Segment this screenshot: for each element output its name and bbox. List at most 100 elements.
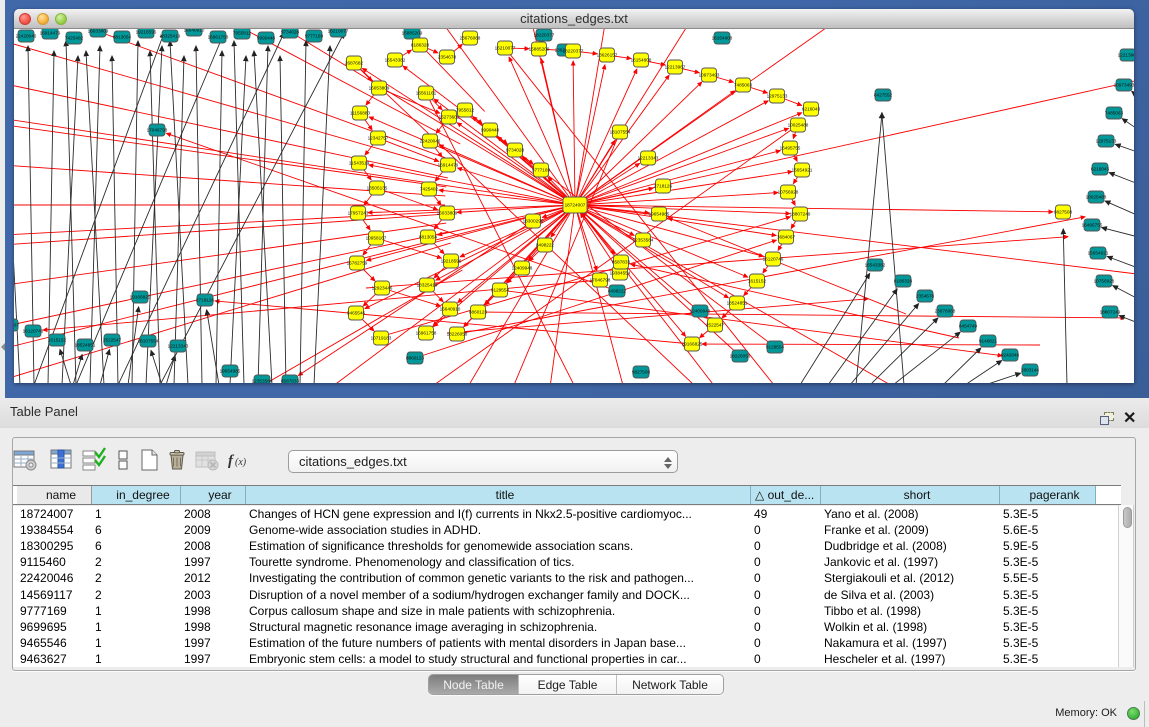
delete-column-icon[interactable] <box>164 447 190 473</box>
graph-node[interactable]: 10719183 <box>371 331 392 345</box>
graph-node[interactable]: 10025488 <box>788 118 809 132</box>
network-canvas[interactable]: 2242004616914479742540216033809881305419… <box>14 29 1134 383</box>
graph-node[interactable]: 16961758 <box>416 326 437 340</box>
graph-node[interactable]: 8813054 <box>419 230 438 244</box>
memory-ok-indicator-icon[interactable] <box>1127 707 1140 720</box>
tab-network-table[interactable]: Network Table <box>617 675 723 694</box>
table-row[interactable]: 977716911998Corpus callosum shape and si… <box>13 603 1121 619</box>
graph-node[interactable]: 15654921 <box>1088 247 1109 259</box>
graph-node[interactable]: 8186328 <box>411 38 430 52</box>
column-visibility-icon[interactable] <box>48 447 74 473</box>
graph-node[interactable]: 18325419 <box>160 30 181 42</box>
graph-node[interactable]: 8860123 <box>469 305 488 319</box>
graph-node[interactable]: 18524851 <box>727 296 748 310</box>
graph-node[interactable]: 2803144 <box>1021 364 1040 376</box>
graph-node[interactable]: 8498222 <box>608 285 627 297</box>
graph-node[interactable]: 16120746 <box>23 325 44 337</box>
graph-node[interactable]: 17957243 <box>348 206 369 220</box>
graph-node[interactable]: 16033809 <box>437 206 458 220</box>
graph-node[interactable]: 16154808 <box>631 53 652 67</box>
table-row[interactable]: 911546021997Tourette syndrome. Phenomeno… <box>13 554 1121 570</box>
graph-node[interactable]: 23676068 <box>935 305 956 317</box>
graph-node[interactable]: 17046798 <box>590 273 611 287</box>
graph-node[interactable]: 1615152 <box>748 274 767 288</box>
graph-node[interactable]: 8427552 <box>874 89 893 101</box>
collapsed-panel-strip[interactable] <box>0 0 5 398</box>
graph-node[interactable]: 9129554 <box>766 341 785 353</box>
graph-node[interactable]: 2522547 <box>103 334 122 346</box>
graph-node[interactable]: 9827508 <box>1054 205 1073 219</box>
graph-node[interactable]: 7485063 <box>1105 107 1124 119</box>
column-header-out_de[interactable]: △ out_de... <box>751 486 821 504</box>
table-scrollbar-thumb[interactable] <box>1123 507 1132 528</box>
column-header-title[interactable]: title <box>246 486 751 504</box>
graph-node[interactable]: 6216043 <box>1091 163 1110 175</box>
graph-node[interactable]: 11543519 <box>349 156 370 170</box>
graph-node[interactable]: 8813054 <box>113 31 132 43</box>
graph-node[interactable]: 15885209 <box>529 42 550 56</box>
graph-node[interactable]: 2687682 <box>345 56 364 70</box>
column-header-in_degree[interactable]: in_degree <box>92 486 181 504</box>
graph-node[interactable]: 16154808 <box>712 32 733 44</box>
graph-node[interactable]: 9777169 <box>305 30 324 42</box>
new-table-icon[interactable] <box>136 447 162 473</box>
float-panel-icon[interactable] <box>1100 412 1115 426</box>
graph-node[interactable]: 2718126 <box>196 294 215 306</box>
graph-node[interactable]: 9734028 <box>281 29 300 38</box>
graph-node[interactable]: 12213967 <box>1118 49 1134 61</box>
graph-node[interactable]: 10756928 <box>1094 275 1115 287</box>
graph-node[interactable]: 9465546 <box>347 306 366 320</box>
graph-node[interactable]: 2522547 <box>706 318 725 332</box>
graph-node[interactable]: 10973493 <box>699 68 720 82</box>
graph-node[interactable]: 16961758 <box>208 31 229 43</box>
graph-node[interactable]: 12213343 <box>168 340 189 352</box>
graph-node[interactable]: 18807249 <box>1100 306 1121 318</box>
graph-node[interactable]: 16782759 <box>347 256 368 270</box>
graph-node[interactable]: 7955812 <box>456 103 475 117</box>
graph-node[interactable]: 18300295 <box>523 214 544 228</box>
column-header-short[interactable]: short <box>821 486 1000 504</box>
graph-node[interactable]: 16053809 <box>369 81 390 95</box>
graph-node[interactable]: 12213343 <box>638 151 659 165</box>
table-row[interactable]: 1938455462009Genome-wide association stu… <box>13 522 1121 538</box>
graph-node[interactable]: 2354678 <box>438 50 457 64</box>
table-row[interactable]: 1456911722003Disruption of a novel membe… <box>13 587 1121 603</box>
graph-node[interactable]: 17046798 <box>147 124 168 136</box>
graph-node[interactable]: 3684067 <box>777 230 796 244</box>
graph-node[interactable]: 12975133 <box>767 89 788 103</box>
graph-node[interactable]: 18724007 <box>563 197 587 213</box>
graph-node[interactable]: 12409948 <box>690 305 711 317</box>
graph-node[interactable]: 16120746 <box>763 252 784 266</box>
graph-node[interactable]: 18524851 <box>75 339 96 351</box>
table-row[interactable]: 1830029562008Estimation of significance … <box>13 538 1121 554</box>
graph-node[interactable]: 13626157 <box>597 48 618 62</box>
close-panel-icon[interactable]: ✕ <box>1123 408 1136 428</box>
graph-node[interactable]: 13505135 <box>367 181 388 195</box>
graph-node[interactable]: 12923446 <box>372 281 393 295</box>
graph-node[interactable]: 3684067 <box>14 319 20 331</box>
graph-node[interactable]: 18226058 <box>730 350 751 362</box>
graph-node[interactable]: 2354678 <box>916 290 935 302</box>
graph-node[interactable]: 18226058 <box>447 327 468 341</box>
graph-node[interactable]: 16543382 <box>865 259 886 271</box>
graph-node[interactable]: 18107554 <box>138 335 159 347</box>
graph-node[interactable]: 7425402 <box>420 182 439 196</box>
graph-node[interactable]: 16033809 <box>88 29 109 37</box>
graph-node[interactable]: 9777169 <box>532 163 551 177</box>
graph-node[interactable]: 16543382 <box>385 53 406 67</box>
graph-node[interactable]: 16640910 <box>184 29 205 36</box>
graph-node[interactable]: 8454749 <box>959 320 978 332</box>
graph-node[interactable]: 11156883 <box>350 106 371 120</box>
graph-node[interactable]: 1615152 <box>48 334 67 346</box>
column-header-year[interactable]: year <box>181 486 246 504</box>
column-header-name[interactable]: name <box>17 486 92 504</box>
delete-table-icon[interactable] <box>194 447 220 473</box>
graph-node[interactable]: 8498222 <box>536 238 555 252</box>
table-scrollbar-track[interactable] <box>1118 505 1134 667</box>
table-settings-icon[interactable] <box>12 447 38 473</box>
graph-node[interactable]: 19654985 <box>220 365 241 377</box>
table-row[interactable]: 969969511998Structural magnetic resonanc… <box>13 619 1121 635</box>
graph-node[interactable]: 15885209 <box>402 29 423 39</box>
graph-node[interactable]: 9242848 <box>1001 349 1020 361</box>
graph-node[interactable]: 16914479 <box>438 158 459 172</box>
